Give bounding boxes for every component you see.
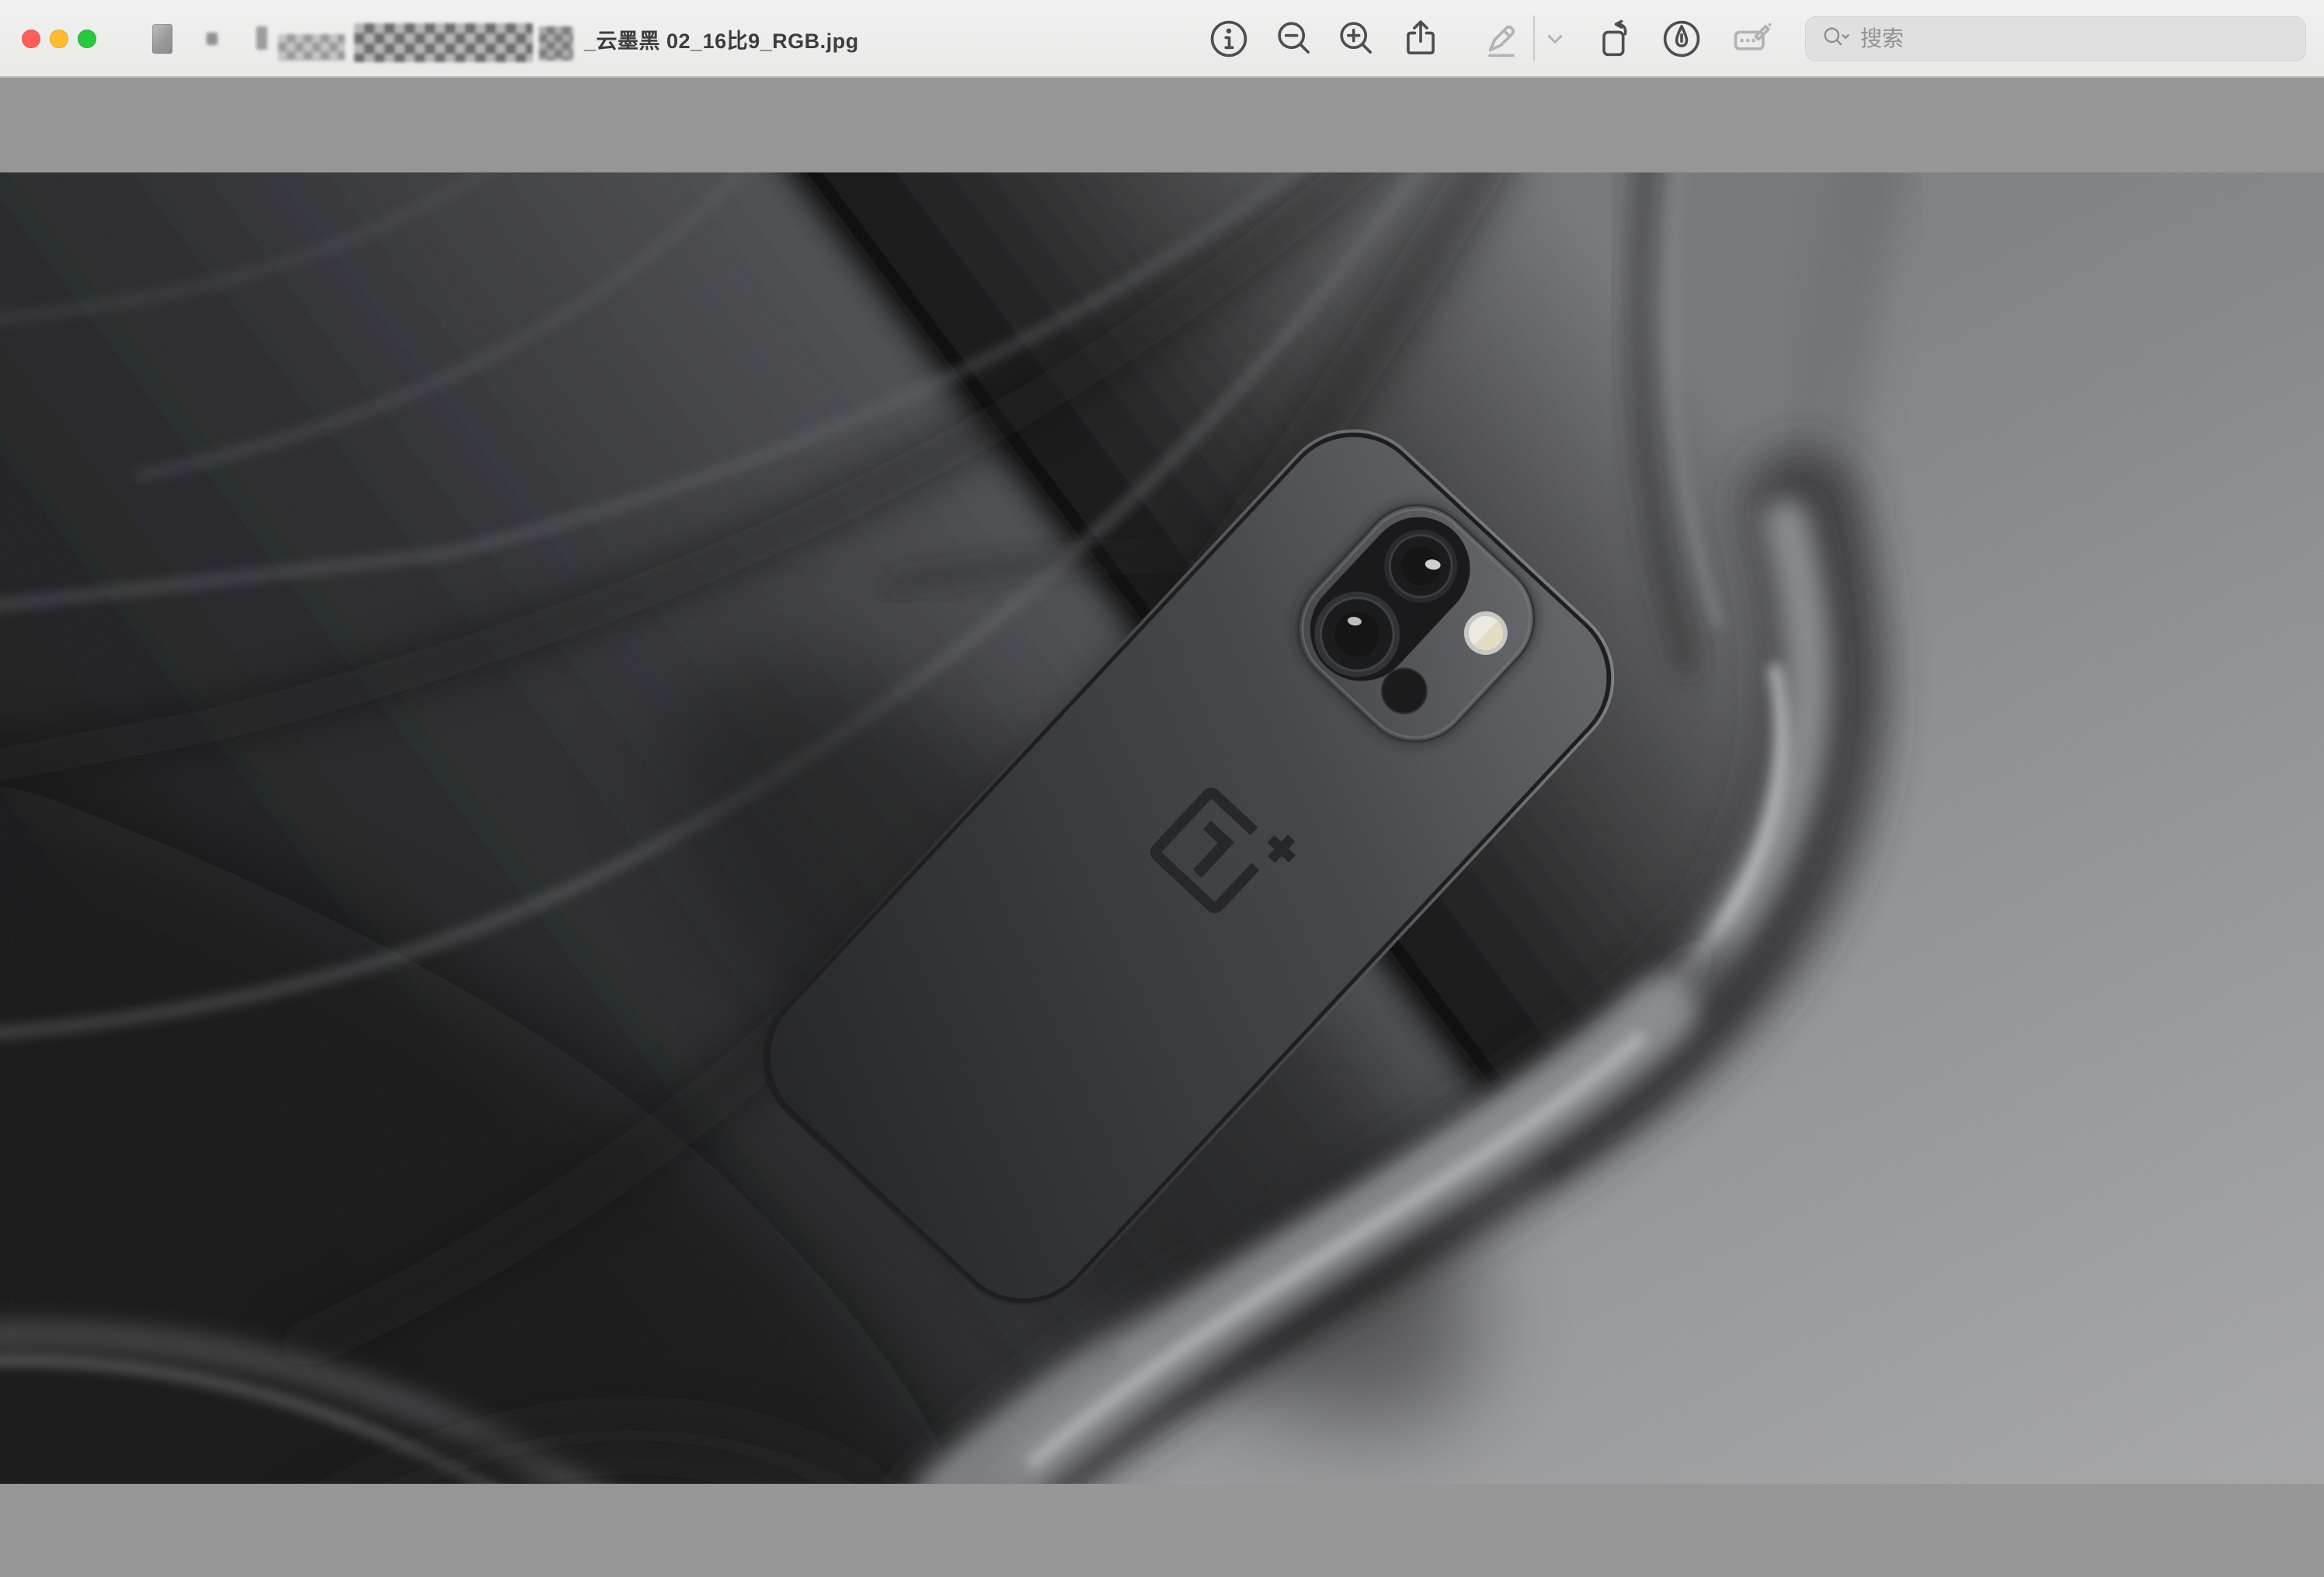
photo-illustration bbox=[0, 172, 2324, 1484]
photo-canvas bbox=[0, 172, 2324, 1484]
redacted-filename-block bbox=[256, 26, 267, 50]
rotate-left-icon bbox=[1592, 16, 1639, 62]
redacted-filename-block bbox=[207, 33, 217, 45]
share-icon bbox=[1397, 16, 1444, 62]
info-button[interactable] bbox=[1204, 14, 1254, 64]
letterbox-bottom bbox=[0, 1484, 2324, 1577]
markup-dropdown-button[interactable] bbox=[1536, 14, 1574, 64]
zoom-window-button[interactable] bbox=[78, 30, 96, 48]
markup-pencil-icon bbox=[1478, 16, 1525, 62]
redacted-filename-block bbox=[278, 34, 345, 61]
search-field[interactable] bbox=[1805, 16, 2306, 61]
annotate-pen-icon bbox=[1658, 16, 1705, 62]
fill-sign-button[interactable] bbox=[1728, 14, 1778, 64]
fill-sign-icon bbox=[1730, 16, 1776, 62]
titlebar: _云墨黑 02_16比9_RGB.jpg bbox=[0, 0, 2324, 78]
rotate-left-button[interactable] bbox=[1591, 14, 1640, 64]
toolbar-divider bbox=[1533, 16, 1535, 61]
annotate-pen-button[interactable] bbox=[1657, 14, 1706, 64]
share-button[interactable] bbox=[1396, 14, 1446, 64]
zoom-in-button[interactable] bbox=[1332, 14, 1382, 64]
redacted-filename-block bbox=[539, 26, 573, 61]
zoom-out-icon bbox=[1272, 16, 1318, 62]
chevron-down-icon bbox=[1536, 16, 1574, 62]
letterbox-top bbox=[0, 79, 2324, 172]
grain-overlay bbox=[0, 172, 2324, 1484]
redacted-filename-block bbox=[354, 23, 533, 62]
zoom-in-icon bbox=[1334, 16, 1380, 62]
preview-window: _云墨黑 02_16比9_RGB.jpg bbox=[0, 0, 2324, 1577]
zoom-out-button[interactable] bbox=[1270, 14, 1320, 64]
markup-pencil-button[interactable] bbox=[1477, 14, 1526, 64]
minimize-button[interactable] bbox=[50, 30, 68, 48]
info-icon bbox=[1205, 16, 1252, 62]
window-title: _云墨黑 02_16比9_RGB.jpg bbox=[584, 0, 859, 78]
search-icon bbox=[1818, 22, 1853, 56]
search-input[interactable] bbox=[1853, 26, 2293, 51]
document-proxy-icon[interactable] bbox=[152, 24, 172, 54]
close-button[interactable] bbox=[22, 30, 40, 48]
